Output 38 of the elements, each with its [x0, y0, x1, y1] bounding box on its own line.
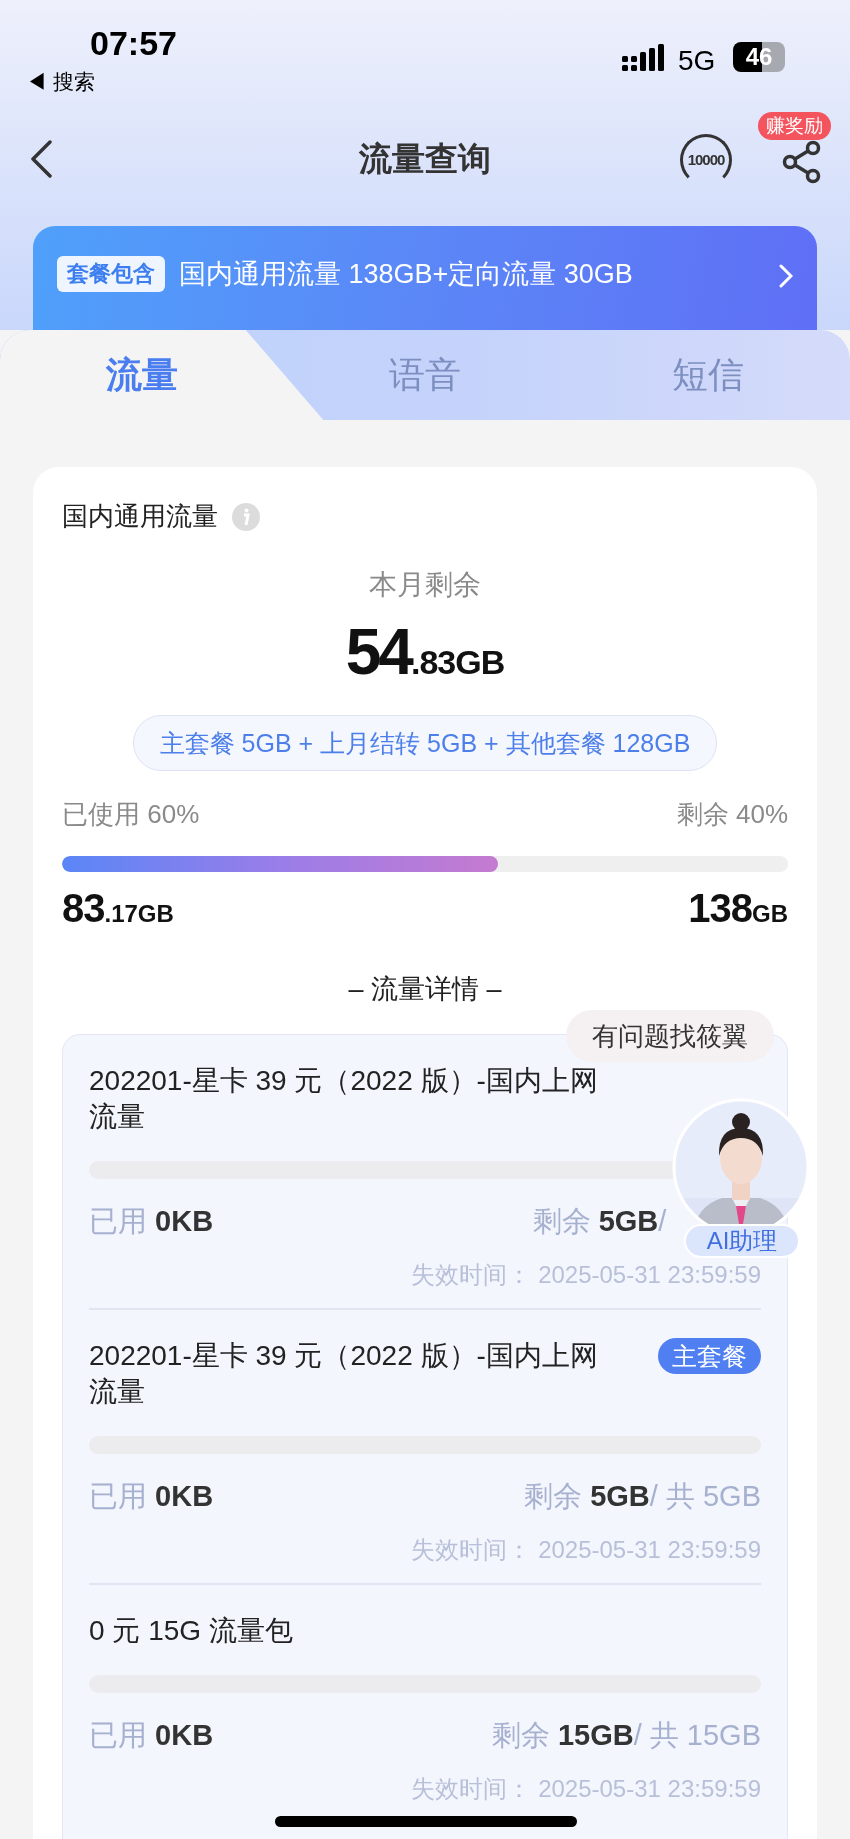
- plan-banner[interactable]: 套餐包含 国内通用流量 138GB+定向流量 30GB: [33, 226, 817, 330]
- plan-tag: 套餐包含: [57, 256, 165, 292]
- chevron-right-icon: [779, 264, 793, 288]
- package-name: 202201-星卡 39 元（2022 版）-国内上网流量: [89, 1338, 599, 1409]
- expiry-time: 失效时间： 2025-05-31 23:59:59: [410, 1773, 761, 1804]
- assistant-bubble[interactable]: 有问题找筱翼: [566, 1010, 774, 1062]
- tab[interactable]: 短信: [566, 330, 850, 420]
- signal-icon: [622, 44, 664, 72]
- remaining-amount: 剩余 5GB/: [532, 1203, 668, 1239]
- reward-badge: 赚奖励: [758, 112, 831, 140]
- used-percent: 已使用 60%: [62, 798, 200, 831]
- back-to-search-link[interactable]: ◀ 搜索: [26, 66, 95, 98]
- details-heading: – 流量详情 –: [348, 973, 502, 1006]
- total-amount: 138GB: [688, 886, 788, 932]
- assistant-label[interactable]: AI助理: [684, 1224, 800, 1258]
- used-amount: 已用 0KB: [89, 1203, 214, 1239]
- expiry-time: 失效时间： 2025-05-31 23:59:59: [410, 1259, 761, 1290]
- plan-summary: 国内通用流量 138GB+定向流量 30GB: [179, 258, 634, 291]
- used-amount: 83.17GB: [62, 886, 174, 932]
- remaining-amount: 剩余 15GB/ 共 15GB: [491, 1717, 761, 1753]
- used-amount: 已用 0KB: [89, 1717, 214, 1753]
- network-type: 5G: [678, 44, 716, 78]
- section-title: 国内通用流量: [62, 500, 218, 533]
- page-title: 流量查询: [359, 139, 491, 179]
- breakdown-note: 主套餐 5GB + 上月结转 5GB + 其他套餐 128GB: [132, 715, 718, 771]
- back-icon[interactable]: [30, 140, 52, 178]
- package-name: 0 元 15G 流量包: [89, 1613, 294, 1648]
- tab[interactable]: 流量: [0, 330, 324, 420]
- expiry-time: 失效时间： 2025-05-31 23:59:59: [410, 1534, 761, 1565]
- remaining-amount: 剩余 5GB/ 共 5GB: [524, 1478, 761, 1514]
- remaining-label: 本月剩余: [368, 568, 482, 602]
- status-time: 07:57: [90, 23, 177, 64]
- share-icon[interactable]: [782, 140, 822, 184]
- used-amount: 已用 0KB: [89, 1478, 214, 1514]
- remaining-percent: 剩余 40%: [676, 798, 788, 831]
- plan-badge: 主套餐: [658, 1337, 761, 1374]
- package-name: 202201-星卡 39 元（2022 版）-国内上网流量: [89, 1063, 599, 1134]
- remaining-amount: 54.83GB: [344, 620, 506, 690]
